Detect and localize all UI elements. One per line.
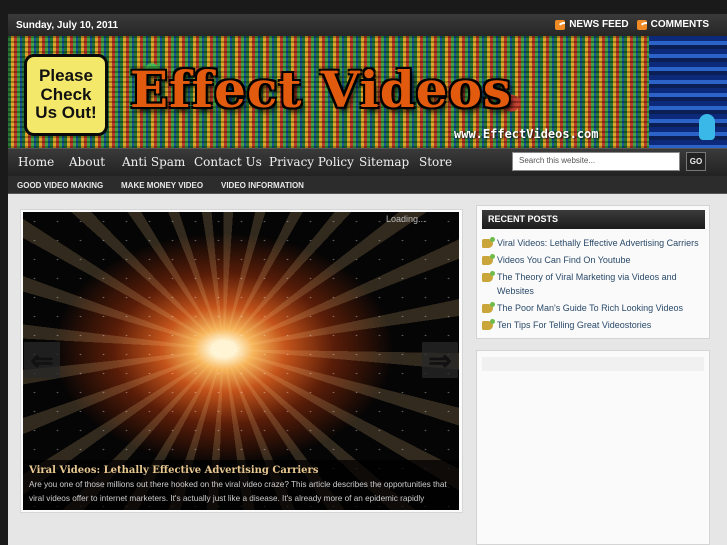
post-bullet-icon xyxy=(482,254,495,265)
post-bullet-icon xyxy=(482,237,495,248)
slider-next-arrow-icon[interactable]: ⇒ xyxy=(422,342,458,378)
rss-icon xyxy=(636,19,647,30)
recent-post-link[interactable]: Videos You Can Find On Youtube xyxy=(497,253,630,267)
list-item[interactable]: The Poor Man's Guide To Rich Looking Vid… xyxy=(482,301,706,315)
top-bar: Sunday, July 10, 2011 NEWS FEED COMMENTS xyxy=(8,14,727,36)
post-bullet-icon xyxy=(482,319,495,330)
slide-caption-title[interactable]: Viral Videos: Lethally Effective Adverti… xyxy=(29,465,453,476)
nav-item-home[interactable]: Home xyxy=(18,155,54,169)
post-bullet-icon xyxy=(482,302,495,313)
rss-icon xyxy=(555,19,566,30)
banner-side-graphic xyxy=(649,36,727,148)
nav-item-store[interactable]: Store xyxy=(419,155,452,169)
mascot-icon xyxy=(699,114,715,140)
slide-caption-text: Are you one of those millions out there … xyxy=(29,480,447,503)
list-item[interactable]: Ten Tips For Telling Great Videostories xyxy=(482,318,706,332)
site-banner[interactable]: Please Check Us Out! Effect Videos www.E… xyxy=(8,36,727,148)
widget-placeholder xyxy=(482,357,704,371)
category-nav: GOOD VIDEO MAKING MAKE MONEY VIDEO VIDEO… xyxy=(8,176,727,194)
category-good-video-making[interactable]: GOOD VIDEO MAKING xyxy=(17,181,103,190)
badge-line-2: Check xyxy=(40,84,92,104)
recent-posts-title: RECENT POSTS xyxy=(482,210,705,229)
nav-item-privacy-policy[interactable]: Privacy Policy xyxy=(269,155,354,169)
post-bullet-icon xyxy=(482,271,495,282)
search-input[interactable]: Search this website... xyxy=(512,152,680,171)
recent-post-link[interactable]: The Poor Man's Guide To Rich Looking Vid… xyxy=(497,301,683,315)
site-logo[interactable]: Effect Videos xyxy=(130,60,512,119)
badge-line-1: Please xyxy=(39,65,93,85)
sidebar-widget-empty xyxy=(476,350,710,545)
news-feed-link[interactable]: NEWS FEED xyxy=(555,19,629,30)
comments-label: COMMENTS xyxy=(650,19,709,30)
recent-post-link[interactable]: Viral Videos: Lethally Effective Adverti… xyxy=(497,236,699,250)
recent-post-link[interactable]: Ten Tips For Telling Great Videostories xyxy=(497,318,651,332)
search-go-button[interactable]: GO xyxy=(686,152,706,171)
feed-links: NEWS FEED COMMENTS xyxy=(555,19,709,30)
nav-item-anti-spam[interactable]: Anti Spam xyxy=(122,155,185,169)
check-us-out-badge: Please Check Us Out! xyxy=(24,54,108,136)
recent-posts-list: Viral Videos: Lethally Effective Adverti… xyxy=(482,236,706,335)
news-feed-label: NEWS FEED xyxy=(569,19,629,30)
recent-post-link[interactable]: The Theory of Viral Marketing via Videos… xyxy=(497,270,706,298)
slider-loading-text: Loading... xyxy=(386,214,426,224)
comments-feed-link[interactable]: COMMENTS xyxy=(636,19,709,30)
nav-item-contact-us[interactable]: Contact Us xyxy=(194,155,262,169)
slide-caption: Viral Videos: Lethally Effective Adverti… xyxy=(23,460,459,510)
nav-item-about[interactable]: About xyxy=(69,155,105,169)
list-item[interactable]: Viral Videos: Lethally Effective Adverti… xyxy=(482,236,706,250)
category-make-money-video[interactable]: MAKE MONEY VIDEO xyxy=(121,181,203,190)
slider-prev-arrow-icon[interactable]: ⇐ xyxy=(24,342,60,378)
list-item[interactable]: Videos You Can Find On Youtube xyxy=(482,253,706,267)
date-label: Sunday, July 10, 2011 xyxy=(16,20,119,31)
site-url: www.EffectVideos.com xyxy=(454,127,599,141)
badge-line-3: Us Out! xyxy=(35,103,97,123)
category-video-information[interactable]: VIDEO INFORMATION xyxy=(221,181,304,190)
list-item[interactable]: The Theory of Viral Marketing via Videos… xyxy=(482,270,706,298)
nav-item-sitemap[interactable]: Sitemap xyxy=(359,155,409,169)
